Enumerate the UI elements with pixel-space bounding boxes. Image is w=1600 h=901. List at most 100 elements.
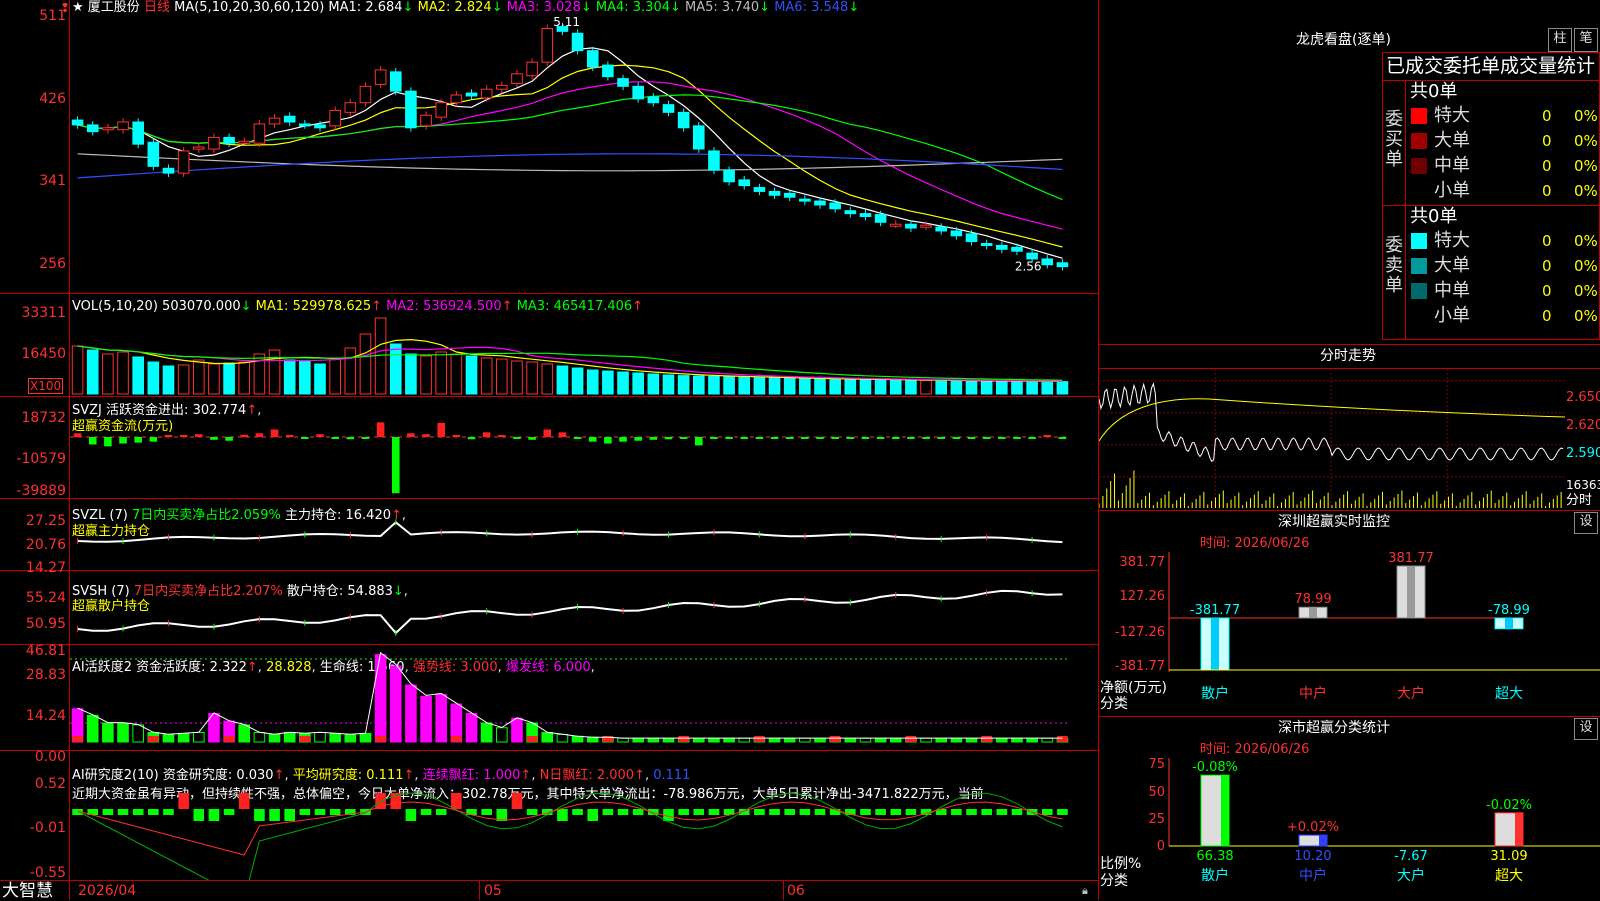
volume-bar [647,373,660,395]
brand-label[interactable]: 大智慧 [2,882,53,900]
buy-row-count: 0 [1542,132,1552,150]
volume-bar [874,379,887,395]
ma-3-value: MA3: 3.028 [502,0,581,15]
monitor-class-label: 分类 [1100,696,1128,712]
fund-flow-bar [498,435,506,437]
dragon-subtitle: 已成交委托单成交量统计 [1386,55,1596,77]
fund-flow-bar [710,437,718,439]
ai-active-axis-mid: 14.24 [25,708,66,724]
kline-axis-label: 341 [39,173,66,189]
candle [283,115,296,123]
ai-research-chart [72,792,1068,880]
star-icon[interactable]: ★ [72,0,84,15]
sell-side-label: 委卖单 [1385,235,1403,296]
fund-flow-bar [331,437,339,439]
research-bar [875,809,886,815]
buy-row-name: 特大 [1434,105,1470,126]
active-bar [541,732,554,743]
sell-row-pct: 0% [1574,282,1598,300]
fund-flow-bar [679,437,688,439]
volume-bar [511,360,523,395]
candle [768,190,781,196]
month-tick-06 [783,880,784,900]
active-bar [662,737,675,743]
volume-bar [450,353,463,395]
monitor-settings-button[interactable]: 设 [1574,512,1598,534]
vol-ma-3-value: MA3: 465417.406 [512,299,633,314]
fund-flow-bar [725,437,733,439]
research-bar [708,809,720,815]
intraday-avg-line [1099,398,1565,442]
active-bar [586,736,599,743]
candle [1011,246,1023,252]
volume-bar [814,378,826,395]
bar-view-button[interactable]: 柱 [1548,28,1572,52]
fund-flow-bar [649,437,658,440]
fund-flow-bar [528,437,536,440]
classify-settings-button[interactable]: 设 [1574,718,1598,740]
research-bar [587,809,599,821]
stock-name[interactable]: 厦工股份 [88,0,140,15]
candle [147,141,160,167]
monitor-axis-label: -127.26 [1115,625,1165,640]
classify-axis-label: 25 [1148,812,1165,827]
active-bar [374,654,387,743]
volume-bar [692,375,705,395]
candle [617,78,629,87]
month-05: 05 [484,883,502,899]
lock-icon[interactable]: 🔒︎ [1082,883,1088,899]
volume-bar [965,380,978,395]
candle [359,85,372,104]
research-bar [814,809,826,815]
fund-flow-bar [452,435,461,437]
svsh-axis-bottom: 46.81 [25,643,66,659]
candle [662,104,675,113]
fund-flow-bar [376,422,385,437]
candle [374,69,387,85]
research-bar [602,809,614,815]
intraday-time-label[interactable]: 分时 [1566,493,1592,509]
buy-row-color-swatch [1411,108,1427,124]
active-bar [632,737,644,743]
candle [996,244,1008,250]
classify-chart: 75 50 25 0 -0.08% 66.38 散户 +0.02% 10.20 中户 -7.67 大户… [1148,758,1600,884]
buy-row-count: 0 [1542,107,1552,125]
tick-view-button[interactable]: 笔 [1574,28,1598,52]
volume-bar [177,364,190,395]
buy-row-pct: 0% [1574,157,1598,175]
fund-flow-bar [513,437,521,439]
intraday-chart[interactable] [1099,369,1565,508]
fund-flow-bar [755,437,764,439]
fund-flow-bar [104,437,112,447]
volume-bar [329,357,341,395]
sell-row-name: 大单 [1434,255,1470,276]
research-bar [511,793,523,809]
svzj-axis-bottom: -39889 [16,483,66,499]
svzl-axis-top: 27.25 [25,513,66,529]
volume-bar [708,375,720,395]
classify-category: 超大 [1495,868,1523,884]
volume-bar [117,351,129,395]
active-bar [162,733,175,743]
high-price-label: 5.11 [553,15,580,29]
active-bar-base [299,736,311,742]
active-bar [889,737,902,743]
research-bar [784,809,795,815]
monitor-bar-label: -78.99 [1488,603,1530,618]
candle [480,88,493,99]
candle [677,111,690,129]
fund-flow-bar [831,437,839,439]
volume-bar [556,365,569,395]
kline-chart[interactable]: 5.11 2.56 [70,14,1098,292]
active-bar [799,737,811,743]
fund-flow-bar [134,437,142,443]
ma-4-value: MA4: 3.304 [591,0,670,15]
buy-row-count: 0 [1542,182,1552,200]
vol-unit-badge[interactable]: X100 [28,378,64,394]
period-label[interactable]: 日线 [144,0,170,15]
classify-bar-shade [1221,775,1229,846]
research-bar [1057,809,1068,815]
sell-row-count: 0 [1542,232,1552,250]
volume-bar [632,372,644,395]
sell-row-pct: 0% [1574,307,1598,325]
